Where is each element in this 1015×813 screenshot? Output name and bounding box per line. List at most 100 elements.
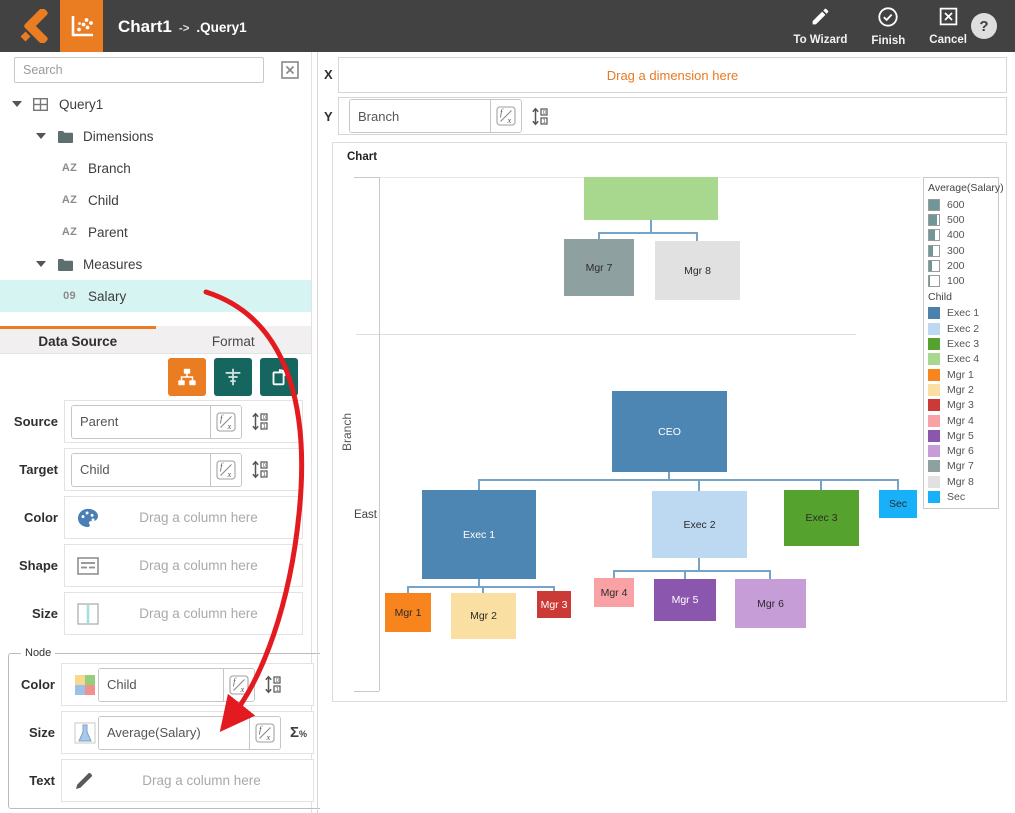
fx-button[interactable]: f x (223, 669, 254, 701)
text-field-icon: AZ (60, 226, 79, 238)
legend-item-exec-4[interactable]: Exec 4 (924, 352, 998, 367)
x-shelf-drop-zone[interactable]: Drag a dimension here (338, 57, 1007, 93)
close-search-icon[interactable] (281, 61, 299, 79)
tree-connector-line (598, 232, 698, 234)
node-exec-4[interactable] (584, 177, 718, 220)
y-shelf[interactable]: f x 0 1 (338, 97, 1007, 135)
color-swatch (928, 369, 940, 381)
cancel-button[interactable]: Cancel (929, 6, 967, 46)
source-field[interactable]: f x 0 1 (64, 400, 303, 443)
legend-item-mgr-4[interactable]: Mgr 4 (924, 413, 998, 428)
app-logo-icon[interactable] (16, 9, 56, 43)
hierarchy-button[interactable] (168, 358, 206, 396)
tab-format[interactable]: Format (156, 326, 312, 353)
pencil-icon (810, 6, 831, 32)
legend-item-exec-3[interactable]: Exec 3 (924, 336, 998, 351)
tree-item-child[interactable]: AZChild (0, 184, 311, 216)
node-size-field[interactable]: f x Σ% (61, 711, 314, 754)
y-axis-line (379, 177, 380, 691)
target-input[interactable] (72, 454, 210, 486)
legend-size-item-200[interactable]: 200 (924, 258, 998, 273)
fx-button[interactable]: f x (210, 454, 241, 486)
to-wizard-button[interactable]: To Wizard (793, 6, 847, 46)
node-color-field[interactable]: f x 0 1 (61, 663, 314, 706)
node-mgr-6[interactable]: Mgr 6 (735, 579, 806, 628)
tree-item-dimensions[interactable]: Dimensions (0, 120, 311, 152)
legend-size-item-600[interactable]: 600 (924, 197, 998, 212)
size-icon (77, 603, 99, 625)
legend-item-mgr-2[interactable]: Mgr 2 (924, 382, 998, 397)
tab-data-source[interactable]: Data Source (0, 326, 156, 353)
legend-item-exec-1[interactable]: Exec 1 (924, 306, 998, 321)
node-color-input[interactable] (99, 669, 223, 701)
sort-icon[interactable]: 0 1 (531, 107, 548, 126)
node-exec-3[interactable]: Exec 3 (784, 490, 859, 546)
sort-icon[interactable]: 0 1 (251, 460, 268, 479)
filter-button[interactable] (214, 358, 252, 396)
y-dimension-input[interactable] (350, 100, 490, 132)
fx-button[interactable]: f x (249, 717, 280, 749)
color-field-row: Color Drag a column here (0, 496, 311, 539)
legend-size-item-500[interactable]: 500 (924, 212, 998, 227)
legend-item-mgr-8[interactable]: Mgr 8 (924, 474, 998, 489)
color-placeholder: Drag a column here (101, 510, 296, 525)
pencil-icon (74, 771, 94, 791)
size-drop-zone[interactable]: Drag a column here (64, 592, 303, 635)
tree-item-salary[interactable]: 09Salary (0, 280, 311, 312)
node-sec[interactable]: Sec (879, 490, 917, 518)
legend-item-mgr-7[interactable]: Mgr 7 (924, 459, 998, 474)
color-swatch (928, 460, 940, 472)
target-field[interactable]: f x 0 1 (64, 448, 303, 491)
node-mgr-3[interactable]: Mgr 3 (537, 591, 571, 618)
axis-tick (354, 177, 379, 178)
source-input[interactable] (72, 406, 210, 438)
node-exec-1[interactable]: Exec 1 (422, 490, 536, 579)
legend-item-mgr-5[interactable]: Mgr 5 (924, 428, 998, 443)
node-mgr-2[interactable]: Mgr 2 (451, 593, 516, 639)
color-drop-zone[interactable]: Drag a column here (64, 496, 303, 539)
node-exec-2[interactable]: Exec 2 (652, 491, 747, 558)
search-input[interactable] (14, 57, 264, 83)
legend-size-item-300[interactable]: 300 (924, 243, 998, 258)
help-button[interactable]: ? (971, 13, 997, 39)
caret-down-icon[interactable] (36, 261, 46, 267)
legend-size-item-100[interactable]: 100 (924, 273, 998, 288)
legend-size-title: Average(Salary) (924, 180, 998, 197)
tree-item-measures[interactable]: Measures (0, 248, 311, 280)
numeric-field-icon: 09 (60, 290, 79, 302)
sort-icon[interactable]: 0 1 (251, 412, 268, 431)
fx-button[interactable]: f x (210, 406, 241, 438)
panel-divider[interactable] (317, 52, 318, 813)
tree-item-branch[interactable]: AZBranch (0, 152, 311, 184)
rotate-page-button[interactable] (260, 358, 298, 396)
caret-down-icon[interactable] (12, 101, 22, 107)
legend-size-item-400[interactable]: 400 (924, 228, 998, 243)
tree-item-query1[interactable]: Query1 (0, 88, 311, 120)
legend-item-mgr-3[interactable]: Mgr 3 (924, 398, 998, 413)
legend-item-exec-2[interactable]: Exec 2 (924, 321, 998, 336)
node-mgr-7[interactable]: Mgr 7 (564, 239, 634, 296)
node-ceo[interactable]: CEO (612, 391, 727, 472)
legend-item-mgr-1[interactable]: Mgr 1 (924, 367, 998, 382)
shape-drop-zone[interactable]: Drag a column here (64, 544, 303, 587)
aggregation-icon[interactable]: Σ% (290, 725, 307, 740)
node-mgr-8[interactable]: Mgr 8 (655, 241, 740, 300)
legend-item-sec[interactable]: Sec (924, 489, 998, 504)
node-text-row: Text Drag a column here (9, 759, 324, 802)
node-size-input[interactable] (99, 717, 249, 749)
node-mgr-5[interactable]: Mgr 5 (654, 579, 716, 621)
node-text-drop-zone[interactable]: Drag a column here (61, 759, 314, 802)
folder-icon (55, 258, 74, 271)
node-mgr-1[interactable]: Mgr 1 (385, 593, 431, 632)
sort-icon[interactable]: 0 1 (264, 675, 281, 694)
page-title: Chart1 -> .Query1 (118, 0, 247, 52)
fx-button[interactable]: f x (490, 100, 521, 132)
legend-item-mgr-6[interactable]: Mgr 6 (924, 443, 998, 458)
caret-down-icon[interactable] (36, 133, 46, 139)
finish-button[interactable]: Finish (871, 6, 905, 47)
tree-item-parent[interactable]: AZParent (0, 216, 311, 248)
flask-icon (74, 722, 96, 744)
category-divider-line (356, 334, 856, 335)
chart-type-icon[interactable] (60, 0, 103, 52)
node-mgr-4[interactable]: Mgr 4 (594, 578, 634, 607)
